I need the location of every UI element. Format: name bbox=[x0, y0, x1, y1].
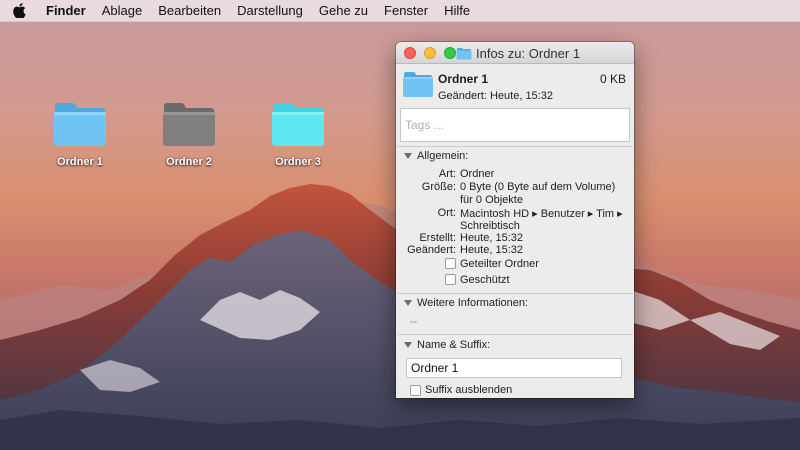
section-name-ext-toggle[interactable]: Name & Suffix: bbox=[397, 336, 633, 354]
folder-icon bbox=[54, 103, 106, 146]
item-name: Ordner 1 bbox=[438, 72, 489, 86]
locked-checkbox[interactable] bbox=[445, 274, 456, 285]
folder-icon bbox=[403, 72, 433, 97]
where-label: Ort: bbox=[437, 207, 456, 219]
menu-ablage[interactable]: Ablage bbox=[94, 0, 150, 22]
folder-icon bbox=[456, 47, 472, 59]
section-name-ext-heading: Name & Suffix: bbox=[417, 339, 491, 351]
more-info-value: -- bbox=[410, 316, 418, 328]
close-button[interactable] bbox=[404, 47, 416, 59]
window-titlebar[interactable]: Infos zu: Ordner 1 bbox=[396, 42, 634, 64]
window-title: Infos zu: Ordner 1 bbox=[476, 45, 581, 61]
menu-bearbeiten[interactable]: Bearbeiten bbox=[150, 0, 229, 22]
desktop-folder-label: Ordner 1 bbox=[57, 156, 103, 168]
folder-icon bbox=[272, 103, 324, 146]
hide-extension-checkbox[interactable] bbox=[410, 385, 421, 396]
info-header: Ordner 1 0 KB Geändert: Heute, 15:32 bbox=[396, 64, 634, 106]
tags-input[interactable] bbox=[401, 109, 629, 141]
desktop-folder-ordner-1[interactable]: Ordner 1 bbox=[35, 100, 125, 168]
window-title-area: Infos zu: Ordner 1 bbox=[456, 42, 630, 64]
size-value-count: für 0 Objekte bbox=[460, 194, 523, 206]
kind-label: Art: bbox=[438, 168, 456, 180]
where-value: Macintosh HD ▸ Benutzer ▸ Tim ▸ bbox=[460, 208, 623, 220]
created-value: Heute, 15:32 bbox=[460, 232, 523, 244]
item-size: 0 KB bbox=[599, 72, 626, 86]
section-more-info-toggle[interactable]: Weitere Informationen: bbox=[397, 294, 633, 312]
desktop-folder-ordner-3[interactable]: Ordner 3 bbox=[253, 100, 343, 168]
menu-bar: Finder Ablage Bearbeiten Darstellung Geh… bbox=[0, 0, 800, 22]
desktop-folder-ordner-2[interactable]: Ordner 2 bbox=[144, 100, 234, 168]
minimize-button[interactable] bbox=[424, 47, 436, 59]
section-general-toggle[interactable]: Allgemein: bbox=[397, 147, 633, 165]
where-value-line2: Schreibtisch bbox=[460, 220, 520, 232]
zoom-button[interactable] bbox=[444, 47, 456, 59]
desktop-folder-label: Ordner 3 bbox=[275, 156, 321, 168]
menu-gehe-zu[interactable]: Gehe zu bbox=[311, 0, 376, 22]
apple-logo-icon[interactable] bbox=[0, 0, 38, 22]
modified-label: Geändert: bbox=[407, 244, 456, 256]
menu-fenster[interactable]: Fenster bbox=[376, 0, 436, 22]
disclosure-triangle-icon bbox=[404, 342, 412, 348]
menu-finder[interactable]: Finder bbox=[38, 0, 94, 22]
desktop-folder-label: Ordner 2 bbox=[166, 156, 212, 168]
item-modified: Geändert: Heute, 15:32 bbox=[438, 90, 553, 102]
shared-folder-label: Geteilter Ordner bbox=[460, 258, 539, 270]
name-input[interactable] bbox=[406, 358, 622, 378]
menu-darstellung[interactable]: Darstellung bbox=[229, 0, 311, 22]
created-label: Erstellt: bbox=[419, 232, 456, 244]
menu-hilfe[interactable]: Hilfe bbox=[436, 0, 478, 22]
modified-value: Heute, 15:32 bbox=[460, 244, 523, 256]
shared-folder-checkbox[interactable] bbox=[445, 258, 456, 269]
section-more-info-heading: Weitere Informationen: bbox=[417, 297, 529, 309]
hide-extension-label: Suffix ausblenden bbox=[425, 384, 513, 396]
section-divider bbox=[397, 334, 633, 335]
locked-label: Geschützt bbox=[460, 274, 510, 286]
folder-icon bbox=[163, 103, 215, 146]
size-value: 0 Byte (0 Byte auf dem Volume) bbox=[460, 181, 616, 193]
section-general-heading: Allgemein: bbox=[417, 150, 469, 162]
disclosure-triangle-icon bbox=[404, 300, 412, 306]
disclosure-triangle-icon bbox=[404, 153, 412, 159]
kind-value: Ordner bbox=[460, 168, 495, 180]
tags-field-box bbox=[400, 108, 630, 142]
window-controls bbox=[404, 47, 456, 59]
size-label: Größe: bbox=[421, 181, 456, 193]
